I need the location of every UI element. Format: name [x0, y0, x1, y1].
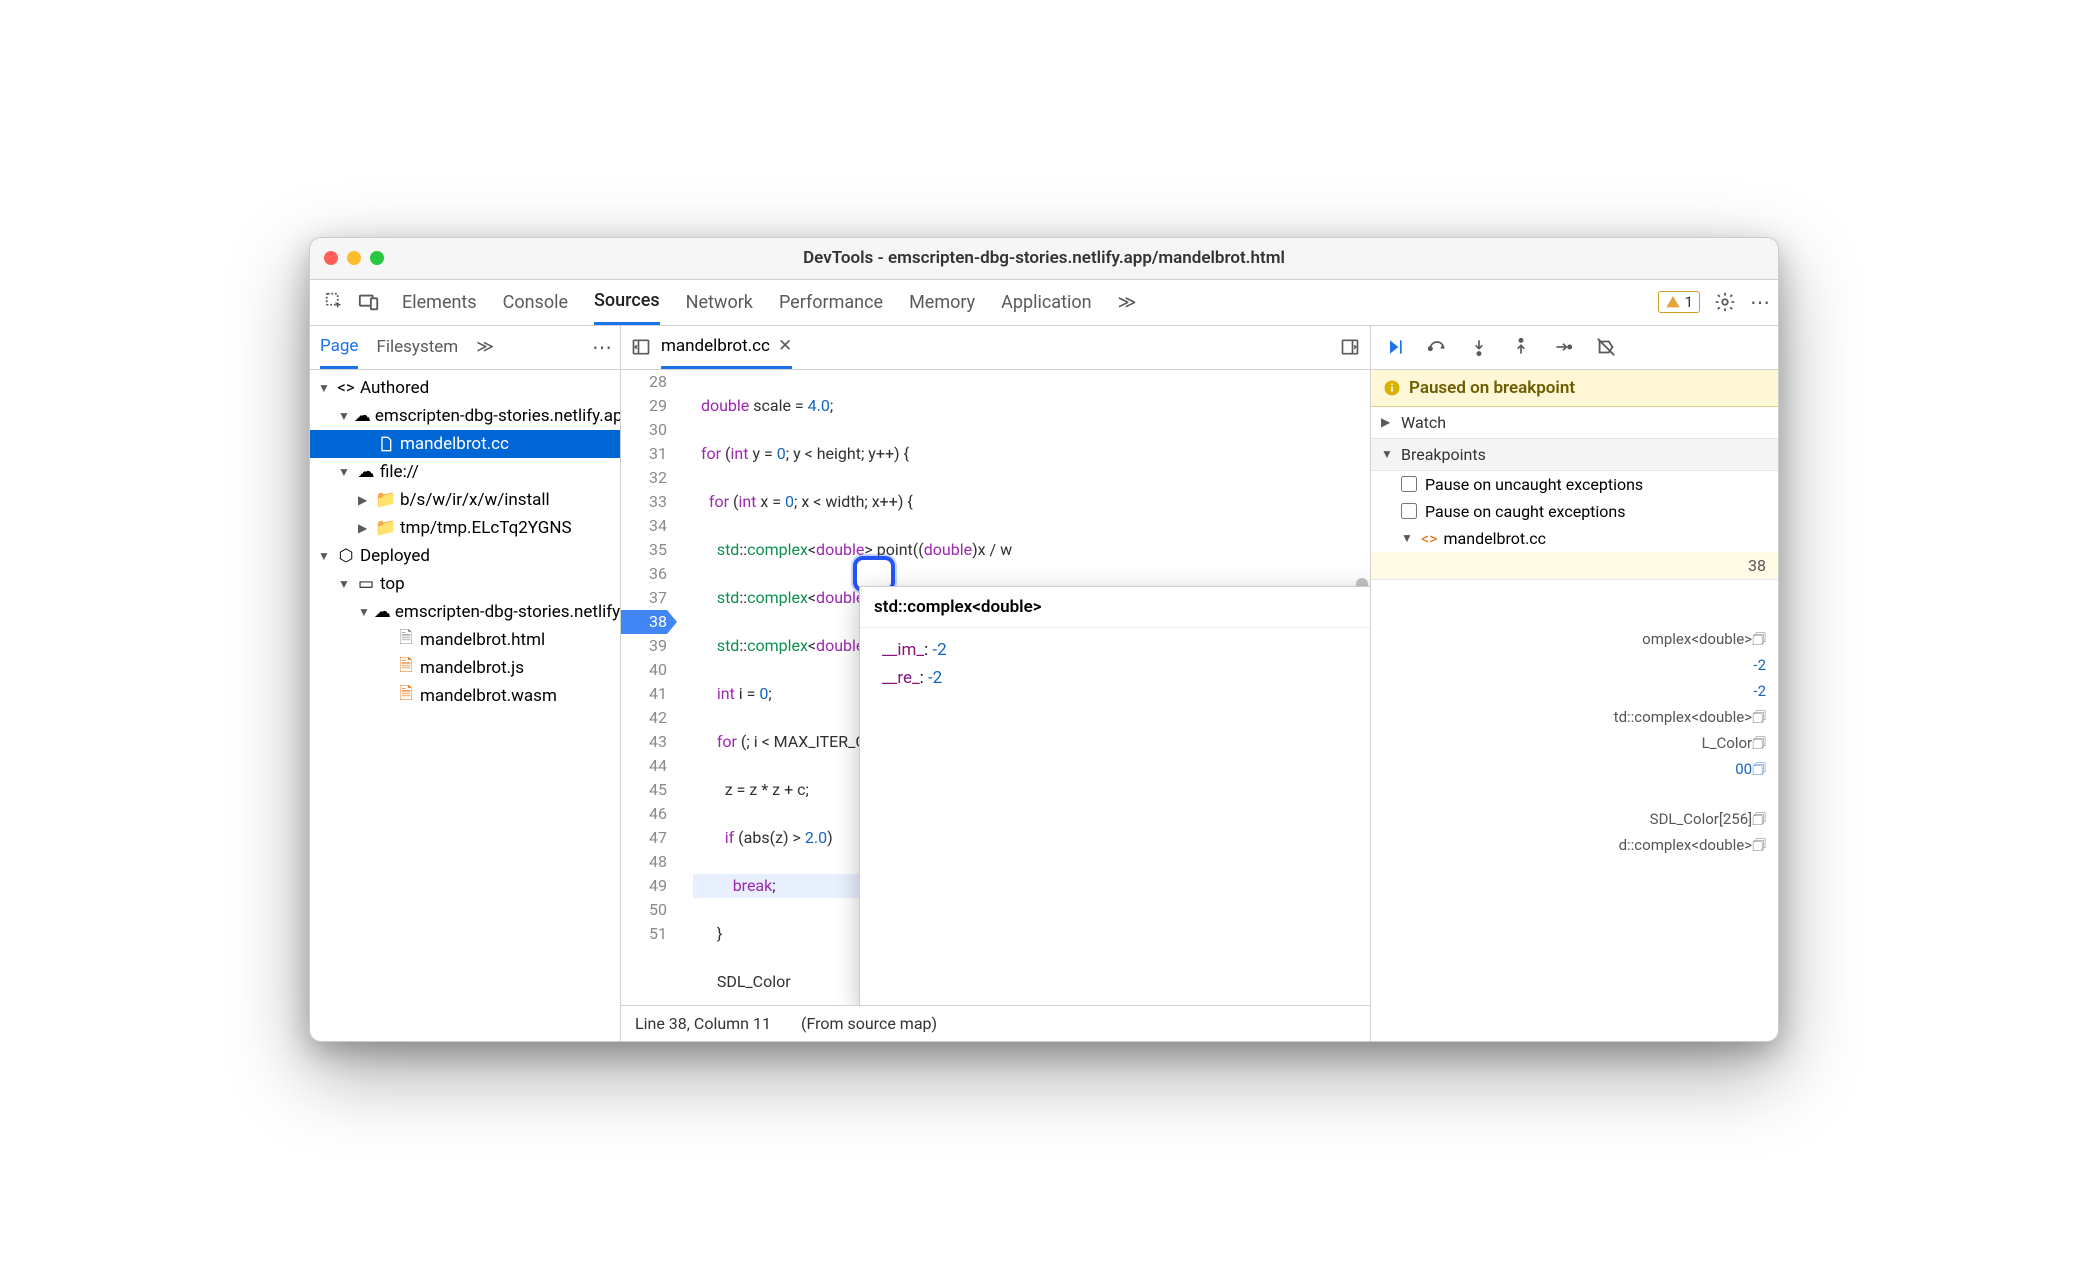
paused-banner: Paused on breakpoint	[1371, 370, 1778, 407]
navigator-more-icon[interactable]: ⋯	[592, 335, 610, 359]
value-tooltip: std::complex<double> __im_: -2 __re_: -2	[859, 586, 1370, 1005]
cursor-position: Line 38, Column 11	[635, 1014, 771, 1033]
line-gutter[interactable]: 2829303132333435363738394041424344454647…	[621, 370, 675, 946]
tree-domain-2[interactable]: ▼☁emscripten-dbg-stories.netlify.app	[310, 598, 620, 626]
editor-tab-mandelbrot[interactable]: mandelbrot.cc ✕	[661, 326, 792, 369]
debugger-panel: Paused on breakpoint ▶Watch ▼Breakpoints…	[1371, 326, 1778, 1041]
more-menu-icon[interactable]: ⋯	[1750, 290, 1768, 314]
device-toolbar-icon[interactable]	[354, 287, 384, 317]
devtools-window: DevTools - emscripten-dbg-stories.netlif…	[309, 237, 1779, 1042]
main-toolbar: Elements Console Sources Network Perform…	[310, 280, 1778, 326]
tree-folder-install[interactable]: ▶📁b/s/w/ir/x/w/install	[310, 486, 620, 514]
navigator-tab-page[interactable]: Page	[320, 326, 358, 369]
traffic-lights	[324, 251, 384, 265]
tab-application[interactable]: Application	[1001, 280, 1091, 325]
close-tab-icon[interactable]: ✕	[778, 336, 792, 356]
tooltip-type: std::complex<double>	[860, 587, 1370, 628]
zoom-window-button[interactable]	[370, 251, 384, 265]
tab-memory[interactable]: Memory	[909, 280, 975, 325]
section-watch[interactable]: ▶Watch	[1371, 407, 1778, 439]
tree-group-deployed[interactable]: ▼⬡Deployed	[310, 542, 620, 570]
step-into-button[interactable]	[1469, 337, 1489, 357]
tree-folder-tmp[interactable]: ▶📁tmp/tmp.ELcTq2YGNS	[310, 514, 620, 542]
tree-file-js[interactable]: 🗎mandelbrot.js	[310, 654, 620, 682]
tree-domain-1[interactable]: ▼☁emscripten-dbg-stories.netlify.app	[310, 402, 620, 430]
tree-group-authored[interactable]: ▼<>Authored	[310, 374, 620, 402]
tree-frame-top[interactable]: ▼▭top	[310, 570, 620, 598]
warning-icon	[1665, 294, 1681, 310]
code-editor: 2829303132333435363738394041424344454647…	[621, 370, 1370, 1005]
tab-sources[interactable]: Sources	[594, 280, 660, 325]
toggle-debugger-icon[interactable]	[1340, 337, 1360, 357]
toggle-navigator-icon[interactable]	[631, 337, 651, 357]
pause-uncaught[interactable]: Pause on uncaught exceptions	[1371, 471, 1778, 498]
breakpoint-file[interactable]: ▼<>mandelbrot.cc	[1371, 525, 1778, 552]
section-breakpoints[interactable]: ▼Breakpoints	[1371, 439, 1778, 471]
titlebar: DevTools - emscripten-dbg-stories.netlif…	[310, 238, 1778, 280]
window-title: DevTools - emscripten-dbg-stories.netlif…	[322, 248, 1766, 268]
step-button[interactable]	[1553, 337, 1573, 357]
step-out-button[interactable]	[1511, 337, 1531, 357]
close-window-button[interactable]	[324, 251, 338, 265]
info-icon	[1383, 379, 1401, 397]
editor-status-bar: Line 38, Column 11 (From source map)	[621, 1005, 1370, 1041]
navigator-panel: Page Filesystem ≫ ⋯ ▼<>Authored ▼☁emscri…	[310, 326, 621, 1041]
tab-network[interactable]: Network	[686, 280, 753, 325]
tab-elements[interactable]: Elements	[402, 280, 477, 325]
source-info: (From source map)	[801, 1014, 937, 1033]
tree-file-mandelbrot-cc[interactable]: mandelbrot.cc	[310, 430, 620, 458]
navigator-tab-filesystem[interactable]: Filesystem	[376, 326, 458, 369]
tab-console[interactable]: Console	[503, 280, 568, 325]
tree-file-wasm[interactable]: 🗎mandelbrot.wasm	[310, 682, 620, 710]
debug-toolbar	[1371, 326, 1778, 370]
settings-icon[interactable]	[1714, 291, 1736, 313]
step-over-button[interactable]	[1427, 337, 1447, 357]
breakpoint-line[interactable]: 38	[1371, 552, 1778, 580]
minimize-window-button[interactable]	[347, 251, 361, 265]
pause-caught[interactable]: Pause on caught exceptions	[1371, 498, 1778, 525]
navigator-tabs-overflow[interactable]: ≫	[476, 326, 494, 369]
tabs-overflow[interactable]: ≫	[1118, 280, 1137, 325]
file-tree: ▼<>Authored ▼☁emscripten-dbg-stories.net…	[310, 370, 620, 1041]
deactivate-breakpoints-button[interactable]	[1595, 336, 1617, 358]
tab-performance[interactable]: Performance	[779, 280, 883, 325]
inspect-element-icon[interactable]	[320, 287, 350, 317]
resume-button[interactable]	[1385, 337, 1405, 357]
tree-file-scheme[interactable]: ▼☁file://	[310, 458, 620, 486]
editor-panel: mandelbrot.cc ✕ 282930313233343536373839…	[621, 326, 1371, 1041]
scope-values: omplex<double>🗇 -2 -2 td::complex<double…	[1371, 620, 1778, 864]
warnings-badge[interactable]: 1	[1658, 291, 1700, 313]
tree-file-html[interactable]: 🗎mandelbrot.html	[310, 626, 620, 654]
